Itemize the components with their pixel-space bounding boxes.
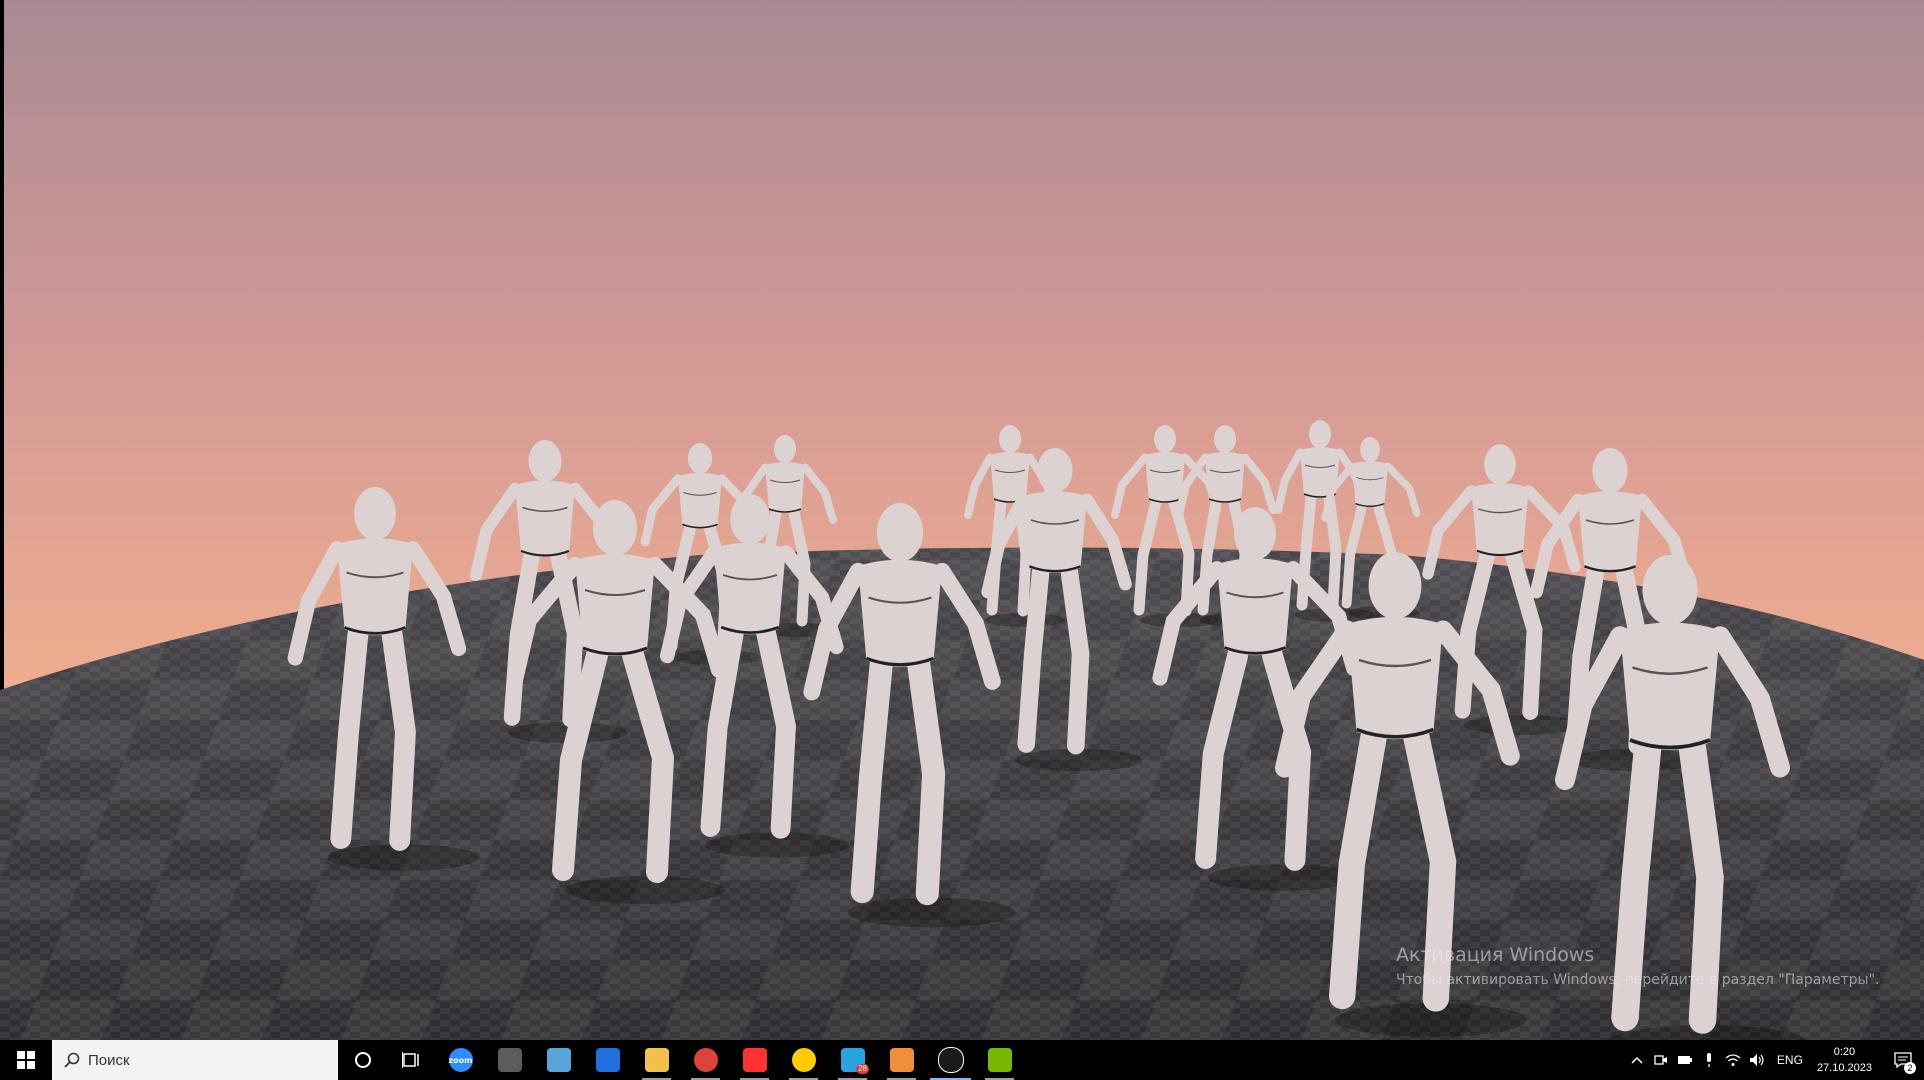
task-view-icon — [401, 1052, 419, 1068]
start-button[interactable] — [0, 1040, 52, 1080]
task-view-button[interactable] — [387, 1040, 436, 1080]
tray-overflow-button[interactable] — [1625, 1040, 1649, 1080]
clock-date: 27.10.2023 — [1816, 1062, 1872, 1074]
clock[interactable]: 0:20 27.10.2023 — [1817, 1044, 1872, 1076]
taskbar-app-calculator-grid[interactable] — [583, 1040, 632, 1080]
search-icon — [64, 1052, 80, 1068]
windows-logo-icon — [17, 1051, 35, 1069]
camera-icon — [1654, 1055, 1667, 1065]
clock-time: 0:20 — [1833, 1046, 1856, 1058]
taskbar: Поиск zoom 28 ENG 0:20 27.10.2023 2 — [0, 1040, 1924, 1080]
battery-icon — [1677, 1056, 1692, 1064]
notes-app-icon — [546, 1048, 571, 1072]
system-tray: ENG 0:20 27.10.2023 2 — [1625, 1040, 1924, 1080]
krita-icon — [497, 1048, 522, 1072]
yandex-browser-icon — [742, 1048, 767, 1072]
cortana-icon — [354, 1052, 371, 1068]
speaker-icon — [1749, 1054, 1764, 1066]
taskbar-app-notes-app[interactable] — [534, 1040, 583, 1080]
battery-button[interactable] — [1673, 1040, 1697, 1080]
telegram-badge: 28 — [856, 1064, 869, 1074]
chevron-up-icon — [1631, 1056, 1643, 1064]
taskbar-app-zoom[interactable]: zoom — [436, 1040, 485, 1080]
cortana-button[interactable] — [338, 1040, 387, 1080]
scene — [0, 0, 1924, 1040]
chrome-icon — [693, 1048, 718, 1072]
network-button[interactable] — [1721, 1040, 1745, 1080]
search-input[interactable]: Поиск — [52, 1040, 338, 1080]
pinned-apps: zoom 28 — [436, 1040, 1024, 1080]
taskbar-app-sublime-app[interactable] — [877, 1040, 926, 1080]
taskbar-app-file-explorer[interactable] — [632, 1040, 681, 1080]
wifi-icon — [1725, 1054, 1741, 1066]
volume-button[interactable] — [1745, 1040, 1769, 1080]
taskbar-app-krita[interactable] — [485, 1040, 534, 1080]
action-center-button[interactable]: 2 — [1882, 1040, 1924, 1080]
taskbar-app-yandex-browser[interactable] — [730, 1040, 779, 1080]
calculator-grid-icon — [595, 1048, 620, 1072]
game-viewport[interactable]: Активация Windows Чтобы активировать Win… — [0, 0, 1924, 1040]
taskbar-app-nvidia[interactable] — [975, 1040, 1024, 1080]
taskbar-app-unreal-engine[interactable] — [926, 1040, 975, 1080]
search-placeholder: Поиск — [88, 1051, 130, 1069]
nvidia-icon — [987, 1048, 1012, 1072]
microphone-button[interactable] — [1697, 1040, 1721, 1080]
file-explorer-icon — [644, 1048, 669, 1072]
tray-meet-button[interactable] — [1649, 1040, 1673, 1080]
language-indicator[interactable]: ENG — [1777, 1053, 1803, 1067]
taskbar-app-chrome[interactable] — [681, 1040, 730, 1080]
taskbar-app-yandex-music[interactable] — [779, 1040, 828, 1080]
sublime-app-icon — [889, 1048, 914, 1072]
notification-count: 2 — [1904, 1062, 1916, 1074]
zoom-icon: zoom — [448, 1048, 473, 1072]
unreal-engine-icon — [937, 1047, 964, 1073]
yandex-music-icon — [791, 1048, 816, 1072]
taskbar-app-telegram[interactable]: 28 — [828, 1040, 877, 1080]
microphone-icon — [1706, 1053, 1711, 1067]
